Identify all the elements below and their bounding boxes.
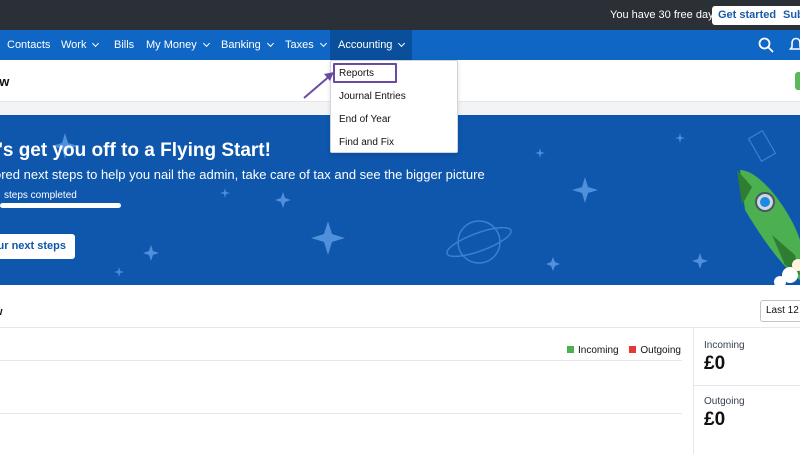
nav-item-label: My Money <box>146 39 197 51</box>
action-button[interactable] <box>795 72 800 90</box>
nav-item-label: Banking <box>221 39 261 51</box>
chevron-down-icon <box>398 39 406 48</box>
nav-item-taxes[interactable]: Taxes <box>285 30 327 60</box>
nav-item-contacts[interactable]: Contacts <box>7 30 50 60</box>
nav-item-label: Work <box>61 39 87 51</box>
bell-icon[interactable] <box>788 37 800 53</box>
nav-item-label: Bills <box>114 39 135 51</box>
chevron-down-icon <box>92 39 100 48</box>
outgoing-value: £0 <box>704 409 726 430</box>
nav-item-accounting[interactable]: Accounting <box>330 30 413 60</box>
nav-item-label: Taxes <box>285 39 314 51</box>
chevron-down-icon <box>202 39 210 48</box>
period-select[interactable]: Last 12 months <box>760 300 800 322</box>
nav-item-label: Accounting <box>338 39 393 51</box>
search-icon[interactable] <box>758 37 774 53</box>
nav-item-banking[interactable]: Banking <box>221 30 274 60</box>
outgoing-label: Outgoing <box>704 396 745 407</box>
trial-message: You have 30 free days <box>610 9 720 21</box>
cashflow-chart: Incoming Outgoing <box>0 328 693 454</box>
chevron-down-icon <box>266 39 274 48</box>
incoming-label: Incoming <box>704 340 745 351</box>
banner-subtitle: ored next steps to help you nail the adm… <box>0 167 485 182</box>
next-steps-button[interactable]: ur next steps <box>0 234 75 259</box>
main-nav: Contacts Work Bills My Money Banking Tax… <box>0 30 800 60</box>
gridline <box>0 413 682 414</box>
nav-item-my-money[interactable]: My Money <box>146 30 210 60</box>
trial-bar: You have 30 free days Get started Subscr… <box>0 0 800 30</box>
nav-item-bills[interactable]: Bills <box>114 30 134 60</box>
nav-item-label: Contacts <box>7 39 51 51</box>
legend-swatch <box>629 346 637 353</box>
menu-item-find-and-fix[interactable]: Find and Fix <box>339 137 394 148</box>
chart-legend: Incoming Outgoing <box>567 345 689 356</box>
legend-item-outgoing: Outgoing <box>629 345 681 356</box>
page-title: ew <box>0 74 10 89</box>
rocket-illustration <box>737 170 800 285</box>
legend-item-incoming: Incoming <box>567 345 619 356</box>
legend-label: Outgoing <box>640 345 681 356</box>
banner-title: t's get you off to a Flying Start! <box>0 140 271 161</box>
steps-completed-text: steps completed <box>4 190 77 201</box>
annotation-arrow-icon <box>303 72 334 99</box>
steps-progress-bar <box>0 203 121 208</box>
menu-item-journal-entries[interactable]: Journal Entries <box>339 91 406 102</box>
cashflow-summary: Incoming £0 Outgoing £0 <box>693 328 800 454</box>
legend-label: Incoming <box>578 345 619 356</box>
divider <box>694 385 800 386</box>
outgoing-summary: Outgoing £0 <box>704 396 745 431</box>
legend-swatch <box>567 346 574 353</box>
get-started-button[interactable]: Get started <box>712 6 783 25</box>
cashflow-header: w Last 12 months <box>0 297 800 328</box>
incoming-value: £0 <box>704 353 726 374</box>
subscribe-button[interactable]: Subscribe <box>777 6 800 25</box>
incoming-summary: Incoming £0 <box>704 340 745 375</box>
section-title: w <box>0 306 3 318</box>
menu-item-end-of-year[interactable]: End of Year <box>339 114 391 125</box>
gridline <box>0 360 682 361</box>
reports-highlight-box <box>333 63 397 83</box>
chevron-down-icon <box>319 39 327 48</box>
nav-item-work[interactable]: Work <box>61 30 100 60</box>
